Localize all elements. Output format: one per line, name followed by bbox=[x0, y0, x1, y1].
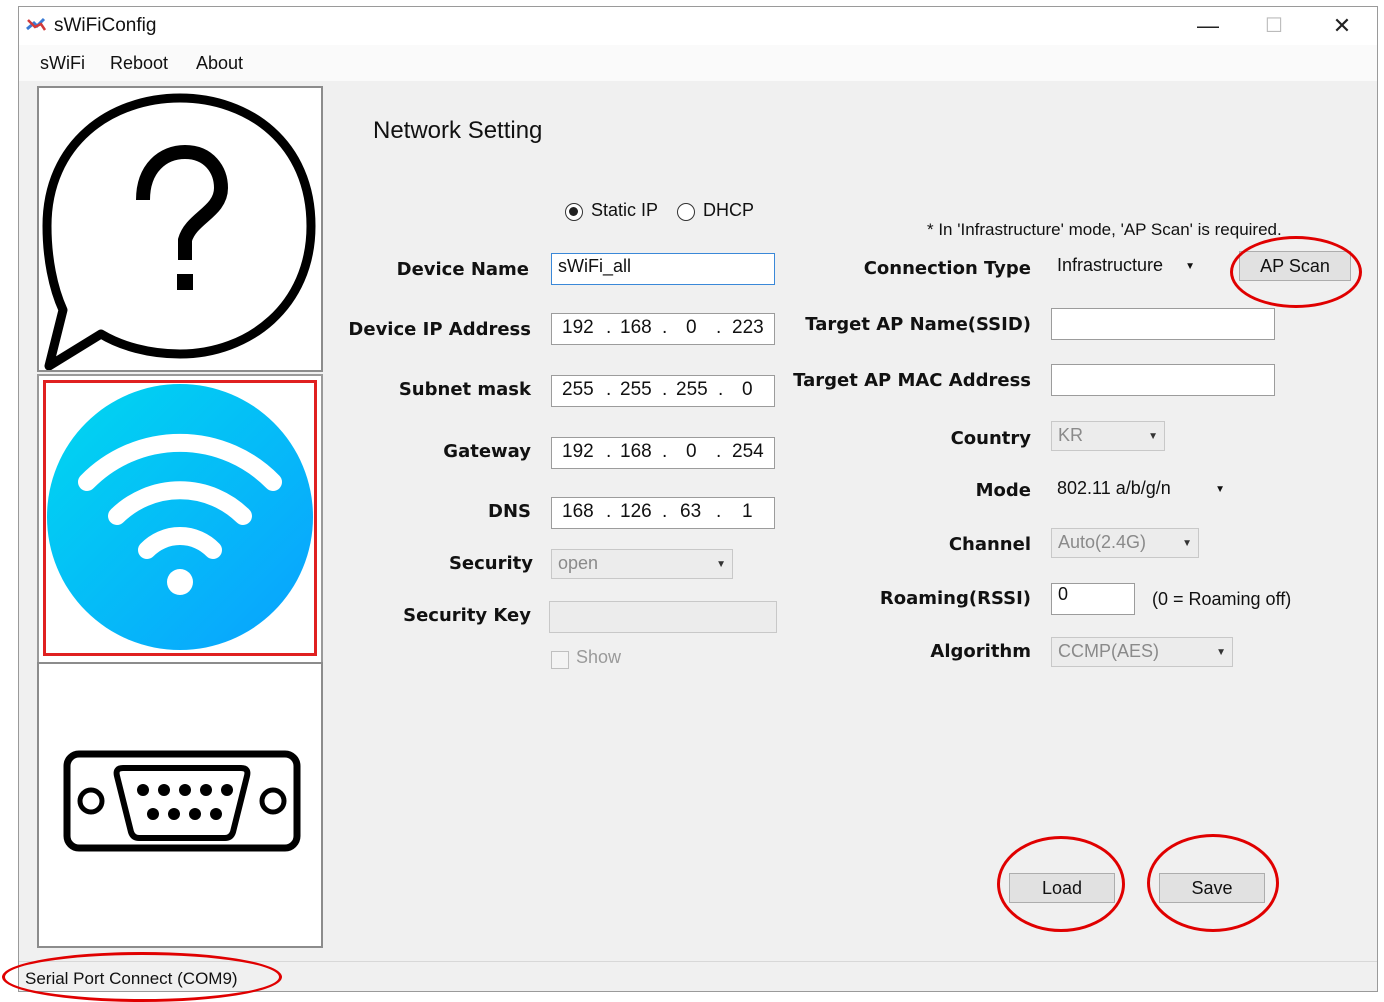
chevron-down-icon: ▼ bbox=[1148, 431, 1158, 442]
dns-label: DNS bbox=[488, 501, 531, 522]
device-name-label: Device Name bbox=[396, 259, 529, 280]
maximize-button[interactable]: ☐ bbox=[1241, 7, 1307, 45]
device-ip-input[interactable]: 192. 168. 0. 223 bbox=[551, 313, 775, 345]
sidebar-wifi-panel[interactable] bbox=[37, 374, 323, 664]
minimize-button[interactable]: — bbox=[1175, 7, 1241, 45]
dns-input[interactable]: 168. 126. 63. 1 bbox=[551, 497, 775, 529]
target-ssid-label: Target AP Name(SSID) bbox=[805, 314, 1031, 335]
chevron-down-icon: ▼ bbox=[1215, 484, 1225, 495]
dhcp-label: DHCP bbox=[703, 200, 755, 220]
save-button[interactable]: Save bbox=[1159, 873, 1265, 903]
app-window: sWiFiConfig — ☐ ✕ sWiFi Reboot About Net… bbox=[18, 6, 1378, 992]
chevron-down-icon: ▼ bbox=[1182, 538, 1192, 549]
close-button[interactable]: ✕ bbox=[1309, 7, 1375, 45]
connection-type-label: Connection Type bbox=[863, 258, 1031, 279]
algorithm-select[interactable]: CCMP(AES) ▼ bbox=[1051, 637, 1233, 667]
algorithm-label: Algorithm bbox=[930, 641, 1031, 662]
roaming-label: Roaming(RSSI) bbox=[879, 588, 1031, 609]
security-select[interactable]: open ▼ bbox=[551, 549, 733, 579]
help-speech-bubble-icon bbox=[42, 93, 316, 370]
security-key-label: Security Key bbox=[403, 605, 531, 626]
show-checkbox[interactable] bbox=[551, 651, 569, 669]
dhcp-radio[interactable] bbox=[677, 203, 695, 221]
app-icon bbox=[26, 17, 47, 31]
sidebar-serial-panel[interactable] bbox=[37, 662, 323, 948]
channel-label: Channel bbox=[948, 534, 1031, 555]
roaming-input[interactable]: 0 bbox=[1051, 583, 1135, 615]
menu-about[interactable]: About bbox=[196, 53, 243, 74]
target-mac-input[interactable] bbox=[1051, 364, 1275, 396]
connection-type-select[interactable]: Infrastructure ▼ bbox=[1051, 252, 1201, 282]
gateway-input[interactable]: 192. 168. 0. 254 bbox=[551, 437, 775, 469]
target-ssid-input[interactable] bbox=[1051, 308, 1275, 340]
chevron-down-icon: ▼ bbox=[1216, 647, 1226, 658]
ap-scan-button[interactable]: AP Scan bbox=[1239, 251, 1351, 281]
status-divider bbox=[19, 961, 1377, 962]
load-button[interactable]: Load bbox=[1009, 873, 1115, 903]
wifi-icon bbox=[47, 384, 313, 650]
security-key-input[interactable] bbox=[549, 601, 777, 633]
static-ip-label: Static IP bbox=[591, 200, 659, 220]
subnet-mask-input[interactable]: 255. 255. 255. 0 bbox=[551, 375, 775, 407]
static-ip-radio[interactable] bbox=[565, 203, 583, 221]
device-ip-label: Device IP Address bbox=[348, 319, 531, 340]
menu-reboot[interactable]: Reboot bbox=[110, 53, 168, 74]
channel-select[interactable]: Auto(2.4G) ▼ bbox=[1051, 528, 1199, 558]
sidebar-help-panel[interactable] bbox=[37, 86, 323, 372]
mode-select[interactable]: 802.11 a/b/g/n ▼ bbox=[1051, 475, 1231, 505]
country-label: Country bbox=[950, 428, 1031, 449]
status-text: Serial Port Connect (COM9) bbox=[25, 969, 238, 988]
menu-bar: sWiFi Reboot About bbox=[19, 45, 1377, 81]
gateway-label: Gateway bbox=[443, 441, 531, 462]
window-title: sWiFiConfig bbox=[54, 15, 157, 36]
serial-port-icon bbox=[63, 750, 301, 852]
chevron-down-icon: ▼ bbox=[1185, 261, 1195, 272]
show-label: Show bbox=[576, 647, 622, 667]
target-mac-label: Target AP MAC Address bbox=[793, 370, 1031, 391]
title-bar: sWiFiConfig — ☐ ✕ bbox=[19, 7, 1377, 45]
security-label: Security bbox=[448, 553, 533, 574]
device-name-input[interactable]: sWiFi_all bbox=[551, 253, 775, 285]
page-title: Network Setting bbox=[373, 117, 543, 144]
mode-label: Mode bbox=[975, 480, 1031, 501]
chevron-down-icon: ▼ bbox=[716, 559, 726, 570]
subnet-mask-label: Subnet mask bbox=[398, 379, 531, 400]
menu-swifi[interactable]: sWiFi bbox=[40, 53, 85, 74]
roaming-hint: (0 = Roaming off) bbox=[1152, 589, 1292, 609]
country-select[interactable]: KR ▼ bbox=[1051, 421, 1165, 451]
ap-scan-note: * In 'Infrastructure' mode, 'AP Scan' is… bbox=[927, 220, 1282, 239]
